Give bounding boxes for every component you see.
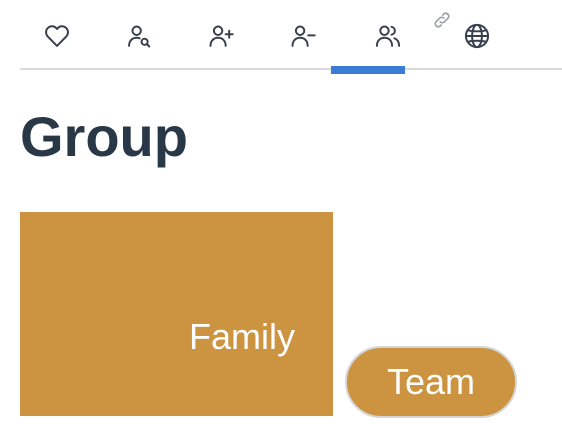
page: Group Family Team	[0, 0, 562, 440]
user-search-icon	[128, 25, 151, 48]
tab-remove-user[interactable]	[266, 22, 340, 68]
tab-bar	[20, 0, 562, 70]
tab-find-user[interactable]	[102, 22, 176, 68]
team-label: Team	[386, 361, 476, 402]
tab-group[interactable]	[351, 22, 425, 68]
team-group-button[interactable]: Team	[345, 346, 517, 418]
page-title: Group	[20, 105, 188, 168]
family-group-tile[interactable]: Family	[20, 212, 333, 416]
user-minus-icon	[291, 25, 316, 47]
family-label: Family	[189, 316, 295, 357]
tab-favorites[interactable]	[20, 22, 94, 68]
users-icon	[375, 25, 401, 47]
heart-icon	[45, 25, 69, 47]
user-plus-icon	[209, 25, 234, 47]
tab-add-user[interactable]	[184, 22, 258, 68]
globe-icon	[464, 23, 490, 49]
active-tab-indicator	[331, 66, 405, 74]
link-icon[interactable]	[431, 9, 453, 31]
chain-link-icon	[434, 12, 450, 28]
